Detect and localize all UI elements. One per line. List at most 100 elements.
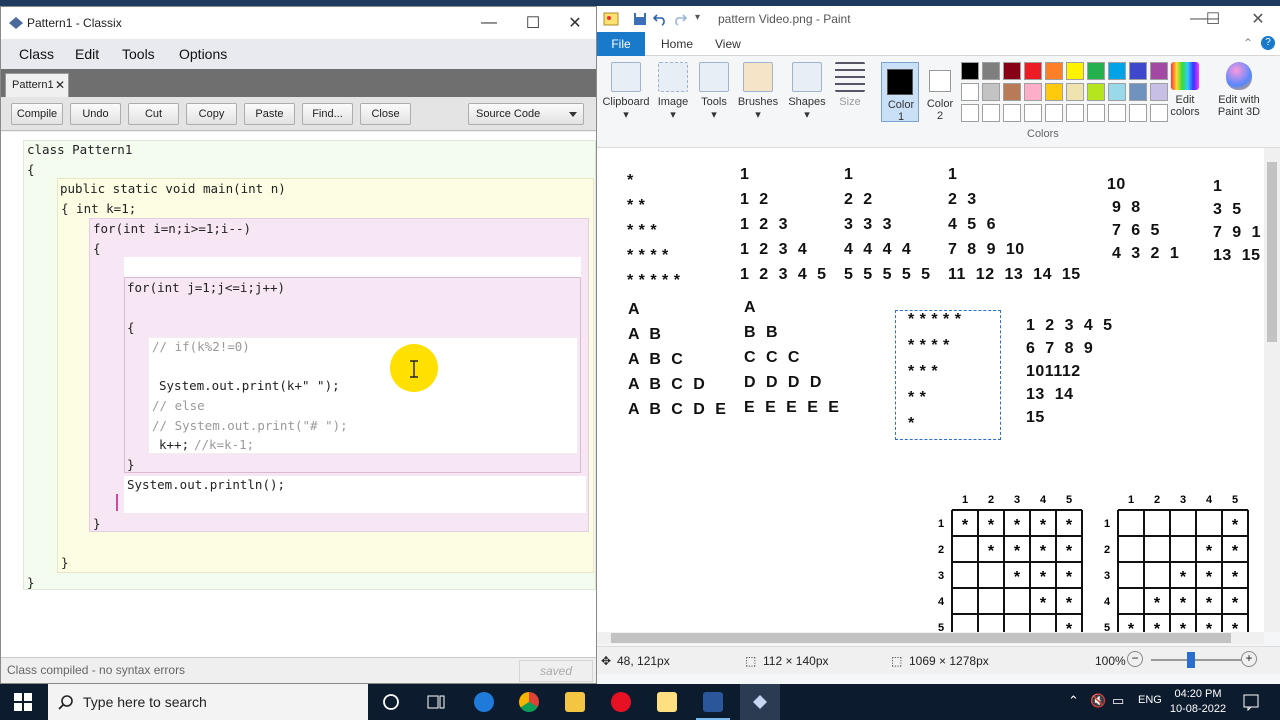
tab-pattern1[interactable]: Pattern1 ✕	[5, 73, 69, 97]
color-swatch[interactable]	[1066, 83, 1084, 101]
close-button[interactable]: ✕	[553, 7, 597, 39]
zoom-slider-thumb[interactable]	[1187, 652, 1195, 668]
menu-tools[interactable]: Tools	[122, 46, 155, 62]
color-swatch[interactable]	[1108, 62, 1126, 80]
grid-column-label: 2	[1154, 494, 1160, 506]
classix-taskbar-button[interactable]	[740, 684, 780, 720]
code-editor[interactable]: class Pattern1 { public static void main…	[1, 132, 596, 657]
chrome-icon[interactable]	[519, 692, 539, 712]
cortana-icon[interactable]	[382, 693, 400, 711]
zoom-out-button[interactable]: −	[1127, 651, 1143, 667]
shapes-button[interactable]: Shapes ▾	[787, 62, 827, 121]
horizontal-scrollbar[interactable]	[597, 632, 1264, 644]
classix-titlebar[interactable]: Pattern1 - Classix — ☐ ✕	[1, 7, 596, 39]
clock[interactable]: 04:20 PM 10-08-2022	[1168, 687, 1228, 717]
custom-color-slot[interactable]	[1024, 104, 1042, 122]
code-line-4: { int k=1;	[61, 201, 137, 216]
color-swatch[interactable]	[1003, 62, 1021, 80]
redo-icon[interactable]	[673, 12, 687, 26]
custom-color-slot[interactable]	[1108, 104, 1126, 122]
maximize-button[interactable]: ☐	[511, 7, 555, 39]
undo-button[interactable]: Undo	[70, 103, 121, 125]
network-icon[interactable]: ▭	[1112, 693, 1124, 709]
menu-class[interactable]: Class	[19, 46, 54, 62]
view-select[interactable]: Source Code	[468, 103, 584, 125]
grid-star: *	[1014, 517, 1021, 534]
color-swatch[interactable]	[1087, 62, 1105, 80]
horizontal-scroll-thumb[interactable]	[611, 633, 1231, 643]
brushes-button[interactable]: Brushes ▾	[737, 62, 779, 121]
custom-color-slot[interactable]	[1129, 104, 1147, 122]
copy-button[interactable]: Copy	[186, 103, 237, 125]
tools-button[interactable]: Tools ▾	[697, 62, 731, 121]
menu-options[interactable]: Options	[179, 46, 227, 62]
vertical-scroll-thumb[interactable]	[1267, 162, 1277, 342]
color-swatch[interactable]	[1045, 83, 1063, 101]
save-icon[interactable]	[633, 12, 647, 26]
color-swatch[interactable]	[1150, 62, 1168, 80]
color-swatch[interactable]	[1024, 83, 1042, 101]
custom-color-slot[interactable]	[1003, 104, 1021, 122]
color-swatch[interactable]	[1066, 62, 1084, 80]
color-swatch[interactable]	[1024, 62, 1042, 80]
grid-star: *	[962, 517, 969, 534]
zoom-in-button[interactable]: +	[1241, 651, 1257, 667]
help-icon[interactable]: ?	[1261, 36, 1275, 50]
custom-color-slot[interactable]	[961, 104, 979, 122]
taskbar-search[interactable]: Type here to search	[48, 684, 368, 720]
grid-star: *	[988, 543, 995, 560]
grid-row-label: 5	[938, 622, 944, 632]
tab-view[interactable]: View	[715, 37, 741, 51]
custom-color-slot[interactable]	[1087, 104, 1105, 122]
vertical-scrollbar[interactable]	[1264, 148, 1280, 632]
color-swatch[interactable]	[961, 62, 979, 80]
color1-button[interactable]: Color 1	[881, 62, 919, 123]
menu-edit[interactable]: Edit	[75, 46, 99, 62]
paint-canvas[interactable]: * * * * * * * * * * * * * * * 1 1 21 2 31 2 3 …	[597, 148, 1280, 632]
task-view-icon[interactable]	[426, 693, 446, 711]
selection-rectangle[interactable]	[895, 310, 1001, 440]
size-button[interactable]: Size	[833, 62, 867, 108]
color-swatch[interactable]	[1087, 83, 1105, 101]
tab-close-icon[interactable]: ✕	[55, 78, 65, 92]
opera-icon[interactable]	[611, 692, 631, 712]
paint-max-button[interactable]: ☐	[1191, 6, 1235, 32]
clipboard-button[interactable]: Clipboard ▾	[601, 62, 651, 121]
quick-access-chevron-icon[interactable]: ▾	[695, 12, 700, 23]
file-tab[interactable]: File	[597, 32, 645, 56]
file-explorer-icon[interactable]	[565, 692, 585, 712]
color-swatch[interactable]	[1129, 83, 1147, 101]
compile-button[interactable]: Compile	[11, 103, 63, 125]
color2-button[interactable]: Color 2	[921, 62, 959, 122]
undo-icon[interactable]	[653, 12, 667, 26]
custom-color-slot[interactable]	[982, 104, 1000, 122]
color-swatch[interactable]	[982, 62, 1000, 80]
color-swatch[interactable]	[1003, 83, 1021, 101]
custom-color-slot[interactable]	[1066, 104, 1084, 122]
color-swatch[interactable]	[1108, 83, 1126, 101]
image-button[interactable]: Image ▾	[653, 62, 693, 121]
canvas-pattern-p10-line: 15	[1026, 409, 1045, 426]
paint-taskbar-icon[interactable]	[657, 692, 677, 712]
language-indicator[interactable]: ENG	[1138, 694, 1162, 706]
color-swatch[interactable]	[1045, 62, 1063, 80]
custom-color-slot[interactable]	[1045, 104, 1063, 122]
minimize-button[interactable]: —	[467, 7, 511, 39]
speaker-icon[interactable]: 🔇	[1090, 693, 1106, 709]
color-swatch[interactable]	[961, 83, 979, 101]
notifications-icon[interactable]	[1242, 693, 1260, 711]
tray-chevron-icon[interactable]: ⌃	[1068, 693, 1079, 709]
word-icon[interactable]	[703, 692, 723, 712]
ribbon-collapse-icon[interactable]: ⌃	[1243, 36, 1253, 50]
windows-start-icon[interactable]	[14, 693, 32, 711]
cut-button[interactable]: Cut	[128, 103, 179, 125]
tab-home[interactable]: Home	[661, 37, 693, 51]
paint-close-button[interactable]: ✕	[1236, 6, 1280, 32]
find-button[interactable]: Find...	[302, 103, 353, 125]
close-editor-button[interactable]: Close	[360, 103, 411, 125]
zoom-slider-track[interactable]	[1151, 659, 1241, 661]
paste-button[interactable]: Paste	[244, 103, 295, 125]
edge-icon[interactable]	[474, 692, 494, 712]
color-swatch[interactable]	[1129, 62, 1147, 80]
color-swatch[interactable]	[982, 83, 1000, 101]
